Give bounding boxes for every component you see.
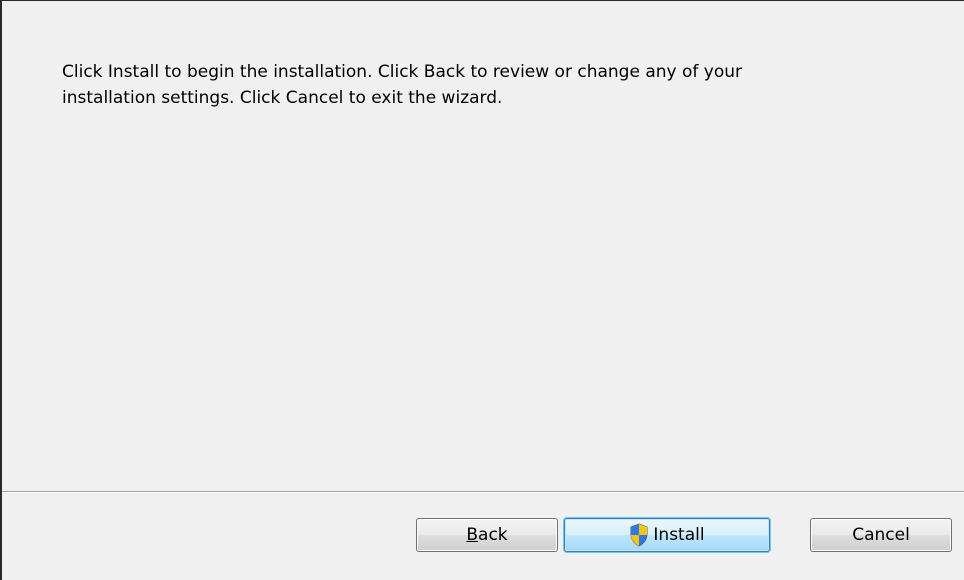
back-button-label: Back [466,525,507,545]
back-button[interactable]: Back [416,518,558,552]
install-button-label: Install [653,525,705,545]
install-instructions: Click Install to begin the installation.… [62,59,882,111]
install-button[interactable]: Install [564,518,770,552]
instructions-line-2: installation settings. Click Cancel to e… [62,88,503,108]
installer-dialog: Click Install to begin the installation.… [0,0,964,580]
button-area-separator [2,491,964,493]
uac-shield-icon [631,523,648,547]
back-mnemonic: B [466,525,479,545]
cancel-button-label: Cancel [852,525,910,545]
instructions-line-1: Click Install to begin the installation.… [62,62,742,82]
back-label-rest: ack [478,525,508,545]
cancel-button[interactable]: Cancel [810,518,952,552]
